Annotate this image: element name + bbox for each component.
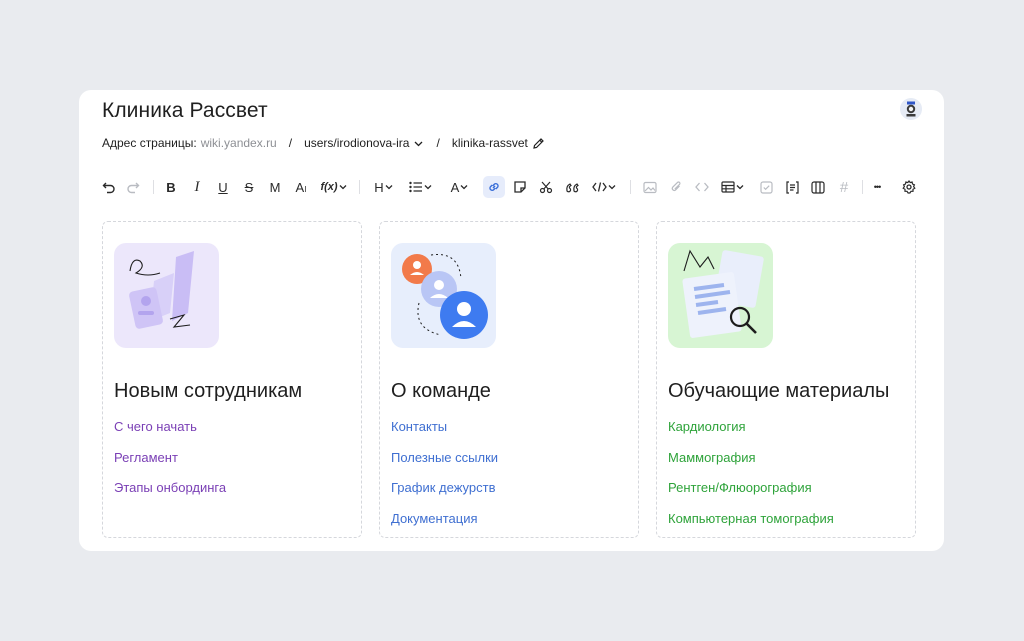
chevron-down-icon: [459, 182, 469, 192]
chevron-down-icon: [413, 138, 424, 149]
onboarding-illustration: [114, 243, 219, 348]
undo-icon: [102, 180, 116, 194]
columns-button[interactable]: [810, 176, 826, 198]
card-heading: О команде: [391, 380, 491, 402]
toolbar-divider: [862, 180, 863, 194]
gear-icon: [902, 180, 916, 194]
team-illustration: [391, 243, 496, 348]
image-button[interactable]: [642, 176, 658, 198]
list-menu[interactable]: [408, 176, 434, 198]
card-training-materials: Обучающие материалы Кардиология Маммогра…: [656, 221, 916, 538]
quote-button[interactable]: [564, 176, 580, 198]
chevron-down-icon: [384, 182, 394, 192]
heading-menu[interactable]: H: [371, 176, 397, 198]
undo-button[interactable]: [101, 176, 117, 198]
card-link[interactable]: С чего начать: [114, 419, 226, 450]
text-color-menu[interactable]: A: [447, 176, 473, 198]
table-icon: [721, 181, 735, 193]
page-title: Клиника Рассвет: [102, 99, 268, 122]
settings-button[interactable]: [901, 176, 917, 198]
code-menu[interactable]: [590, 176, 618, 198]
text-size-button[interactable]: AI: [293, 176, 309, 198]
underline-button[interactable]: U: [215, 176, 231, 198]
scissors-icon: [539, 180, 553, 194]
editor-toolbar: B I U S M AI f(x) H A # •••: [101, 176, 921, 198]
address-host: wiki.yandex.ru: [200, 136, 277, 150]
table-menu[interactable]: [719, 176, 747, 198]
toolbar-divider: [359, 180, 360, 194]
address-label: Адрес страницы:: [102, 136, 197, 150]
card-about-team: О команде Контакты Полезные ссылки Графи…: [379, 221, 639, 538]
bold-button[interactable]: B: [163, 176, 179, 198]
function-menu[interactable]: f(x): [319, 176, 349, 198]
list-icon: [409, 181, 423, 193]
note-button[interactable]: [512, 176, 528, 198]
link-icon: [487, 180, 501, 194]
card-new-employees: Новым сотрудникам С чего начать Регламен…: [102, 221, 362, 538]
monospace-button[interactable]: M: [267, 176, 283, 198]
italic-button[interactable]: I: [189, 176, 205, 198]
attachment-button[interactable]: [668, 176, 684, 198]
chevron-down-icon: [607, 182, 617, 192]
card-link[interactable]: Маммография: [668, 450, 834, 481]
code-icon: [591, 181, 607, 193]
card-link[interactable]: Рентген/Флюорография: [668, 480, 834, 511]
card-heading: Новым сотрудникам: [114, 380, 303, 402]
text-block-icon: [785, 180, 799, 194]
card-link[interactable]: Документация: [391, 511, 498, 542]
card-link[interactable]: Регламент: [114, 450, 226, 481]
redo-button[interactable]: [125, 176, 141, 198]
yfm-block-button[interactable]: [784, 176, 800, 198]
card-links: Кардиология Маммография Рентген/Флюорогр…: [668, 419, 834, 541]
quote-icon: [565, 181, 580, 194]
toolbar-divider: [153, 180, 154, 194]
card-links: С чего начать Регламент Этапы онбординга: [114, 419, 226, 511]
address-path-dropdown[interactable]: users/irodionova-ira: [304, 136, 424, 150]
chevron-down-icon: [423, 182, 433, 192]
chevron-down-icon: [338, 182, 348, 192]
card-links: Контакты Полезные ссылки График дежурств…: [391, 419, 498, 541]
link-button[interactable]: [483, 176, 505, 198]
checkbox-button[interactable]: [758, 176, 774, 198]
chevron-down-icon: [735, 182, 745, 192]
image-icon: [643, 181, 657, 194]
hash-button[interactable]: #: [836, 176, 852, 198]
card-link[interactable]: Контакты: [391, 419, 498, 450]
page-address: Адрес страницы: wiki.yandex.ru / users/i…: [102, 136, 545, 150]
pencil-icon[interactable]: [532, 137, 545, 150]
toolbar-divider: [630, 180, 631, 194]
avatar[interactable]: [900, 98, 922, 120]
embed-button[interactable]: [694, 176, 710, 198]
paperclip-icon: [670, 180, 683, 194]
angle-brackets-icon: [695, 181, 709, 193]
redo-icon: [126, 180, 140, 194]
address-separator: /: [288, 136, 293, 150]
address-path-2: klinika-rassvet: [451, 136, 528, 150]
address-path-1: users/irodionova-ira: [304, 136, 410, 150]
card-link[interactable]: Полезные ссылки: [391, 450, 498, 481]
address-slug[interactable]: klinika-rassvet: [452, 136, 545, 150]
card-link[interactable]: Компьютерная томография: [668, 511, 834, 542]
card-link[interactable]: Кардиология: [668, 419, 834, 450]
documents-illustration: [668, 243, 773, 348]
card-link[interactable]: Этапы онбординга: [114, 480, 226, 511]
more-button[interactable]: •••: [867, 176, 887, 198]
cut-button[interactable]: [538, 176, 554, 198]
strikethrough-button[interactable]: S: [241, 176, 257, 198]
card-heading: Обучающие материалы: [668, 380, 890, 402]
checkbox-icon: [759, 180, 773, 194]
columns-icon: [811, 180, 825, 194]
sticky-note-icon: [513, 180, 527, 194]
card-link[interactable]: График дежурств: [391, 480, 498, 511]
address-separator: /: [436, 136, 440, 150]
wiki-page-window: Клиника Рассвет Адрес страницы: wiki.yan…: [79, 90, 944, 551]
